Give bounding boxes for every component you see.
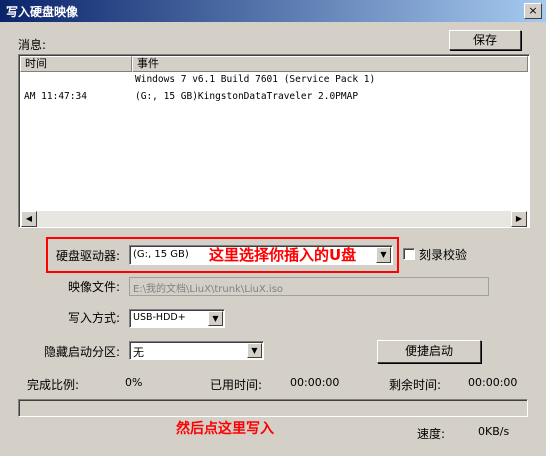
quick-boot-button[interactable]: 便捷启动 [377, 340, 481, 363]
drive-label: 硬盘驱动器: [56, 249, 121, 263]
elapsed-value: 00:00:00 [290, 376, 340, 389]
remaining-label: 剩余时间: [389, 378, 442, 392]
write-annotation: 然后点这里写入 [176, 421, 274, 437]
title-bar [0, 0, 546, 22]
hidden-partition-label: 隐藏启动分区: [44, 345, 121, 359]
close-icon: × [528, 4, 538, 17]
close-button[interactable]: × [524, 3, 542, 19]
messages-label: 消息: [18, 38, 47, 52]
remaining-value: 00:00:00 [468, 376, 518, 389]
write-method-select[interactable]: USB-HDD+ ▼ [129, 309, 225, 328]
log-row-2-event: (G:, 15 GB)KingstonDataTraveler 2.0PMAP [135, 91, 359, 102]
hidden-partition-value: 无 [133, 346, 144, 359]
save-button[interactable]: 保存 [449, 30, 521, 50]
log-row-2-time: AM 11:47:34 [24, 91, 87, 102]
speed-label: 速度: [417, 427, 446, 441]
write-method-value: USB-HDD+ [133, 312, 186, 323]
column-header-event[interactable]: 事件 [132, 56, 528, 72]
hidden-partition-select[interactable]: 无 ▼ [129, 341, 264, 360]
message-log[interactable]: 时间 事件 Windows 7 v6.1 Build 7601 (Service… [18, 54, 530, 228]
chevron-down-icon[interactable]: ▼ [208, 311, 223, 326]
window-title: 写入硬盘映像 [6, 5, 79, 19]
log-row-1-event: Windows 7 v6.1 Build 7601 (Service Pack … [135, 74, 376, 85]
verify-checkbox[interactable] [403, 248, 415, 260]
speed-value: 0KB/s [478, 425, 510, 438]
image-file-label: 映像文件: [68, 280, 121, 294]
image-file-field[interactable]: E:\我的文档\LiuX\trunk\LiuX.iso [129, 277, 489, 296]
elapsed-label: 已用时间: [210, 378, 263, 392]
column-header-time[interactable]: 时间 [20, 56, 132, 72]
progress-value: 0% [125, 376, 143, 389]
horizontal-scrollbar[interactable]: ◀ ▶ [21, 211, 527, 227]
progress-bar [18, 399, 528, 417]
chevron-down-icon[interactable]: ▼ [247, 343, 262, 358]
image-file-value: E:\我的文档\LiuX\trunk\LiuX.iso [133, 284, 284, 295]
progress-label: 完成比例: [27, 378, 80, 392]
right-arrow-icon[interactable]: ▶ [511, 211, 527, 227]
drive-annotation: 这里选择你插入的U盘 [209, 246, 357, 264]
write-method-label: 写入方式: [68, 311, 121, 325]
verify-label: 刻录校验 [419, 248, 468, 262]
drive-select-value: (G:, 15 GB) [133, 249, 189, 260]
chevron-down-icon[interactable]: ▼ [376, 247, 391, 263]
left-arrow-icon[interactable]: ◀ [21, 211, 37, 227]
